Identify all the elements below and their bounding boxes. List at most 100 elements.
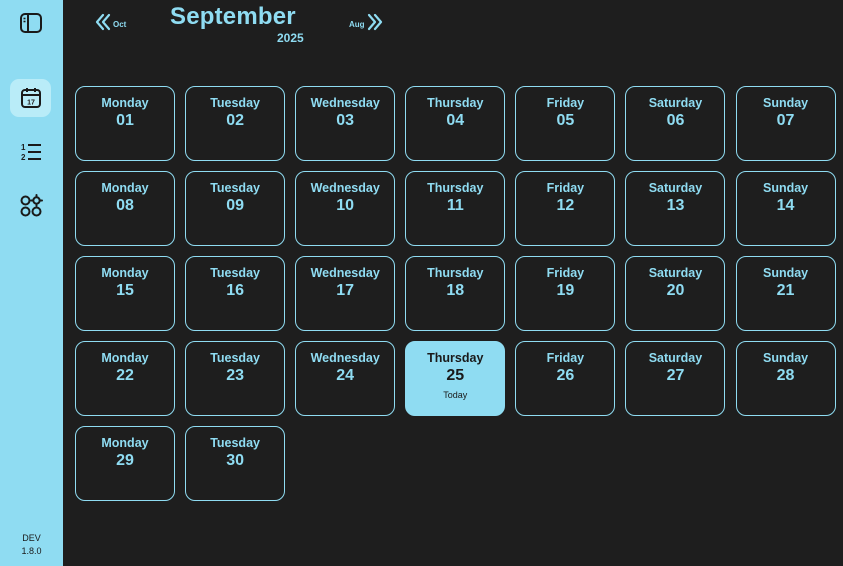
nav-list-button[interactable]: 1 2 <box>10 133 51 171</box>
day-number: 29 <box>116 452 134 469</box>
day-number: 09 <box>226 197 244 214</box>
day-number: 04 <box>446 112 465 129</box>
version-number: 1.8.0 <box>21 546 42 556</box>
day-number: 03 <box>336 112 355 129</box>
day-number: 16 <box>226 282 244 299</box>
day-number: 24 <box>336 367 355 384</box>
day-name: Sunday <box>762 351 809 365</box>
day-cell[interactable]: Saturday 27 <box>625 341 726 416</box>
day-cell[interactable]: Tuesday 09 <box>185 171 286 246</box>
day-cell[interactable]: Monday 22 <box>75 341 175 416</box>
day-cell[interactable]: Friday 26 <box>515 341 616 416</box>
day-name: Saturday <box>648 96 703 110</box>
double-chevron-left-icon <box>95 13 111 31</box>
day-name: Saturday <box>648 181 703 195</box>
day-number: 15 <box>116 282 134 299</box>
day-name: Tuesday <box>210 96 260 110</box>
day-name: Monday <box>101 181 149 195</box>
year-title: 2025 <box>277 31 304 45</box>
day-name: Thursday <box>427 181 484 195</box>
day-cell[interactable]: Saturday 13 <box>625 171 726 246</box>
svg-text:1: 1 <box>21 143 26 152</box>
day-name: Tuesday <box>210 266 260 280</box>
day-cell[interactable]: Sunday 28 <box>735 341 836 416</box>
day-name: Saturday <box>648 351 703 365</box>
day-cell[interactable]: Thursday 11 <box>405 171 506 246</box>
day-name: Thursday <box>427 96 484 110</box>
apps-settings-icon <box>20 194 43 217</box>
day-cell[interactable]: Thursday 18 <box>405 256 506 331</box>
day-cell[interactable]: Saturday 06 <box>625 86 726 161</box>
day-cell[interactable]: Monday 15 <box>75 256 175 331</box>
day-cell[interactable]: Sunday 07 <box>735 86 836 161</box>
day-number: 06 <box>666 112 685 129</box>
version-info: DEV 1.8.0 <box>0 532 63 558</box>
day-cell[interactable]: Wednesday 03 <box>295 86 396 161</box>
day-number: 11 <box>446 197 464 214</box>
day-number: 01 <box>116 112 134 129</box>
day-number: 17 <box>336 282 355 299</box>
day-name: Tuesday <box>210 181 260 195</box>
day-cell[interactable]: Wednesday 10 <box>295 171 396 246</box>
day-number: 23 <box>226 367 244 384</box>
day-cell[interactable]: Friday 05 <box>515 86 616 161</box>
day-name: Thursday <box>427 351 484 365</box>
day-cell-today[interactable]: Thursday 25 Today <box>405 341 506 416</box>
day-cell[interactable]: Wednesday 24 <box>295 341 396 416</box>
day-name: Tuesday <box>210 436 260 450</box>
prev-month-label: Oct <box>113 19 127 29</box>
calendar-icon: 17 <box>20 88 41 108</box>
day-name: Friday <box>546 351 585 365</box>
sidebar-toggle-icon <box>19 13 42 33</box>
day-number: 19 <box>556 282 575 299</box>
day-name: Sunday <box>762 181 809 195</box>
day-number: 02 <box>226 112 244 129</box>
double-chevron-right-icon <box>367 13 382 31</box>
day-number: 13 <box>666 197 685 214</box>
sidebar-toggle-button[interactable] <box>10 4 51 42</box>
day-name: Monday <box>101 436 149 450</box>
day-number: 25 <box>446 367 465 384</box>
day-cell[interactable]: Friday 12 <box>515 171 616 246</box>
day-cell[interactable]: Sunday 14 <box>735 171 836 246</box>
day-name: Wednesday <box>310 96 380 110</box>
day-cell[interactable]: Monday 01 <box>75 86 175 161</box>
day-cell[interactable]: Thursday 04 <box>405 86 506 161</box>
day-cell[interactable]: Tuesday 30 <box>185 426 286 501</box>
day-name: Sunday <box>762 266 809 280</box>
day-name: Saturday <box>648 266 703 280</box>
day-name: Tuesday <box>210 351 260 365</box>
day-number: 08 <box>116 197 134 214</box>
day-number: 14 <box>776 197 795 214</box>
day-name: Wednesday <box>310 181 380 195</box>
calendar-grid: Monday 01 Tuesday 02 Wednesday 03 Thursday 04 Fr… <box>75 86 836 501</box>
day-name: Monday <box>101 266 149 280</box>
day-number: 10 <box>336 197 355 214</box>
day-number: 28 <box>776 367 795 384</box>
next-month-label: Aug <box>349 19 365 29</box>
day-cell[interactable]: Tuesday 02 <box>185 86 286 161</box>
day-number: 05 <box>556 112 575 129</box>
day-name: Friday <box>546 266 585 280</box>
day-number: 18 <box>446 282 465 299</box>
day-cell[interactable]: Monday 08 <box>75 171 175 246</box>
day-name: Thursday <box>427 266 484 280</box>
day-cell[interactable]: Wednesday 17 <box>295 256 396 331</box>
day-name: Wednesday <box>310 266 380 280</box>
day-cell[interactable]: Sunday 21 <box>735 256 836 331</box>
month-title: September <box>170 3 296 30</box>
day-number: 07 <box>776 112 795 129</box>
today-label: Today <box>443 390 468 400</box>
day-cell[interactable]: Tuesday 16 <box>185 256 286 331</box>
next-month-button[interactable]: Aug <box>349 13 383 31</box>
day-cell[interactable]: Saturday 20 <box>625 256 726 331</box>
day-cell[interactable]: Monday 29 <box>75 426 175 501</box>
day-cell[interactable]: Tuesday 23 <box>185 341 286 416</box>
day-name: Friday <box>546 181 585 195</box>
nav-calendar-button[interactable]: 17 <box>10 79 51 117</box>
svg-text:17: 17 <box>27 100 35 107</box>
nav-apps-button[interactable] <box>10 187 51 225</box>
prev-month-button[interactable]: Oct <box>95 13 126 31</box>
day-cell[interactable]: Friday 19 <box>515 256 616 331</box>
day-name: Friday <box>546 96 585 110</box>
